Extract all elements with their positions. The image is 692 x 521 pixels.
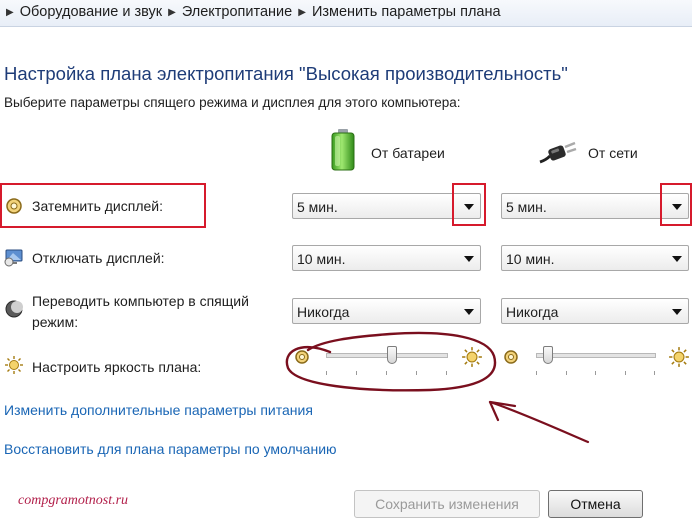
slider-tick xyxy=(624,371,626,375)
dim-display-ac-value: 5 мин. xyxy=(506,199,547,215)
brightness-high-icon xyxy=(669,347,689,367)
slider-tick xyxy=(446,371,447,375)
restore-defaults-link[interactable]: Восстановить для плана параметры по умол… xyxy=(4,441,337,457)
annotation-box-ac-dropdown xyxy=(660,183,692,226)
breadcrumb-item-power[interactable]: Электропитание xyxy=(182,4,292,20)
turn-off-display-ac-select[interactable]: 10 мин. xyxy=(501,245,689,271)
battery-icon xyxy=(331,129,355,171)
turn-off-display-battery-select[interactable]: 10 мин. xyxy=(292,245,481,271)
sleep-label-line1: Переводить компьютер в спящий xyxy=(32,293,249,309)
sleep-label-line2: режим: xyxy=(32,314,79,330)
slider-tick xyxy=(654,371,655,375)
column-header-ac: От сети xyxy=(588,145,638,161)
slider-tick xyxy=(386,371,387,375)
brightness-high-icon xyxy=(462,347,482,367)
column-header-battery: От батареи xyxy=(371,145,445,161)
chevron-right-icon[interactable]: ▶ xyxy=(298,1,306,25)
brightness-ac-slider[interactable] xyxy=(536,353,656,358)
breadcrumb-item-edit-plan[interactable]: Изменить параметры плана xyxy=(312,4,501,20)
slider-tick xyxy=(326,371,327,375)
turn-off-display-battery-value: 10 мин. xyxy=(297,251,346,267)
dim-display-battery-value: 5 мин. xyxy=(297,199,338,215)
turn-off-display-icon xyxy=(4,249,23,267)
annotation-box-dim-label xyxy=(0,183,206,228)
chevron-right-icon[interactable]: ▶ xyxy=(6,1,14,25)
save-changes-button[interactable]: Сохранить изменения xyxy=(354,490,540,518)
watermark-text: compgramotnost.ru xyxy=(18,493,129,508)
power-plug-icon xyxy=(539,141,577,164)
breadcrumb: ▶ Оборудование и звук ▶ Электропитание ▶ Изме… xyxy=(0,0,692,27)
cancel-button[interactable]: Отмена xyxy=(548,490,643,518)
brightness-battery-thumb[interactable] xyxy=(387,346,397,364)
brightness-low-icon xyxy=(504,350,518,364)
slider-tick xyxy=(595,371,596,375)
sleep-battery-value: Никогда xyxy=(297,304,350,320)
sleep-moon-icon xyxy=(5,300,23,318)
chevron-down-icon[interactable] xyxy=(672,309,682,315)
chevron-down-icon[interactable] xyxy=(464,256,474,262)
brightness-low-icon xyxy=(295,350,309,364)
sleep-ac-value: Никогда xyxy=(506,304,559,320)
page-subtitle: Выберите параметры спящего режима и дисп… xyxy=(4,95,461,110)
sleep-ac-select[interactable]: Никогда xyxy=(501,298,689,324)
sleep-battery-select[interactable]: Никогда xyxy=(292,298,481,324)
slider-tick xyxy=(565,371,567,375)
brightness-label: Настроить яркость плана: xyxy=(32,359,202,375)
chevron-down-icon[interactable] xyxy=(672,256,682,262)
page-title: Настройка плана электропитания "Высокая … xyxy=(4,63,568,84)
breadcrumb-item-hardware[interactable]: Оборудование и звук xyxy=(20,4,162,20)
advanced-settings-link[interactable]: Изменить дополнительные параметры питани… xyxy=(4,402,313,418)
chevron-down-icon[interactable] xyxy=(464,309,474,315)
chevron-right-icon[interactable]: ▶ xyxy=(168,1,176,25)
brightness-icon xyxy=(5,356,23,374)
slider-tick xyxy=(416,371,417,375)
annotation-box-battery-dropdown xyxy=(452,183,486,226)
turn-off-display-label: Отключать дисплей: xyxy=(32,250,165,266)
slider-tick xyxy=(356,371,357,375)
slider-tick xyxy=(536,371,537,375)
turn-off-display-ac-value: 10 мин. xyxy=(506,251,555,267)
brightness-ac-thumb[interactable] xyxy=(542,346,553,364)
